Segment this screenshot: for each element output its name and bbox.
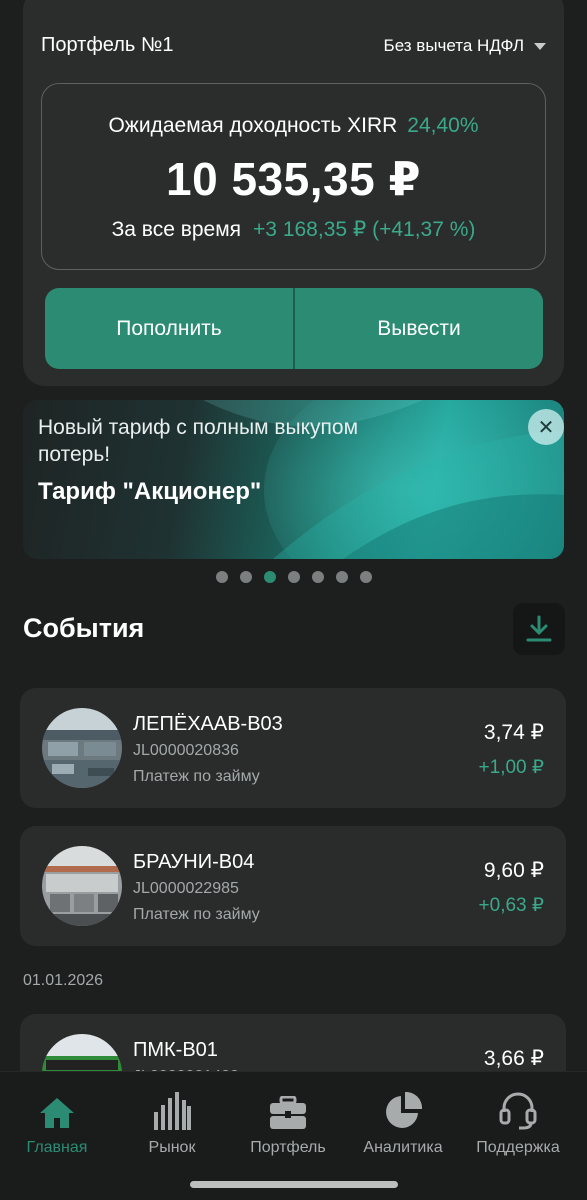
action-buttons: Пополнить Вывести — [45, 288, 543, 369]
event-type: Платеж по займу — [133, 768, 260, 785]
home-indicator — [190, 1181, 398, 1188]
event-name: БРАУНИ-В04 — [133, 851, 255, 873]
tab-label: Портфель — [250, 1139, 326, 1156]
portfolio-title[interactable]: Портфель №1 — [41, 34, 173, 57]
tab-support[interactable]: Поддержка — [463, 1090, 573, 1157]
event-card[interactable]: ЛЕПЁХААВ-В03 JL0000020836 Платеж по займ… — [20, 688, 566, 808]
event-name: ПМК-В01 — [133, 1039, 218, 1061]
carousel-dot-active[interactable] — [263, 571, 276, 583]
home-icon — [40, 1098, 74, 1128]
market-bars-icon — [154, 1092, 191, 1130]
portfolio-card: Портфель №1 Без вычета НДФЛ Ожидаемая до… — [23, 0, 564, 386]
tax-mode-label: Без вычета НДФЛ — [383, 36, 524, 55]
event-card[interactable]: БРАУНИ-В04 JL0000022985 Платеж по займу … — [20, 826, 566, 946]
headset-icon — [499, 1092, 537, 1130]
event-amount: 3,74 ₽ — [483, 721, 544, 744]
event-amount: 3,66 ₽ — [483, 1047, 544, 1070]
xirr-line: Ожидаемая доходность XIRR 24,40% — [42, 114, 545, 138]
chevron-down-icon — [534, 42, 546, 50]
briefcase-icon — [270, 1096, 306, 1129]
pie-chart-icon — [386, 1092, 422, 1128]
event-id: JL0000022985 — [133, 880, 239, 897]
withdraw-button[interactable]: Вывести — [295, 288, 543, 369]
tab-portfolio[interactable]: Портфель — [233, 1090, 343, 1157]
tax-mode-select[interactable]: Без вычета НДФЛ — [384, 36, 546, 56]
carousel-dot[interactable] — [287, 571, 300, 583]
banner-title: Тариф "Акционер" — [38, 478, 262, 505]
banner-text: Новый тариф с полным выкупом потерь! — [38, 416, 359, 466]
event-amount: 9,60 ₽ — [483, 859, 544, 882]
alltime-line: За все время +3 168,35 ₽ (+41,37 %) — [42, 217, 545, 242]
promo-banner[interactable]: Новый тариф с полным выкупом потерь! Тар… — [23, 400, 564, 559]
portfolio-summary: Ожидаемая доходность XIRR 24,40% 10 535,3… — [41, 83, 546, 270]
tab-label: Аналитика — [363, 1139, 443, 1156]
loan-thumbnail — [42, 846, 122, 926]
tab-label: Поддержка — [476, 1139, 560, 1156]
app-screen: Портфель №1 Без вычета НДФЛ Ожидаемая до… — [0, 0, 587, 1200]
tab-label: Главная — [26, 1139, 88, 1156]
close-icon[interactable]: ✕ — [528, 409, 564, 445]
carousel-dot[interactable] — [239, 571, 252, 583]
tab-analytics[interactable]: Аналитика — [348, 1090, 458, 1157]
xirr-value: 24,40% — [407, 114, 479, 137]
download-icon — [526, 615, 552, 642]
carousel-dot[interactable] — [359, 571, 372, 583]
loan-thumbnail — [42, 708, 122, 788]
tab-market[interactable]: Рынок — [117, 1090, 227, 1157]
event-name: ЛЕПЁХААВ-В03 — [133, 713, 283, 735]
tab-label: Рынок — [148, 1139, 196, 1156]
xirr-label: Ожидаемая доходность XIRR — [108, 114, 398, 137]
alltime-label: За все время — [111, 218, 242, 241]
event-gain: +0,63 ₽ — [478, 895, 544, 916]
alltime-value: +3 168,35 ₽ (+41,37 %) — [253, 218, 476, 241]
portfolio-total-value: 10 535,35 ₽ — [166, 153, 421, 205]
event-id: JL0000020836 — [133, 742, 239, 759]
event-type: Платеж по займу — [133, 906, 260, 923]
carousel-dot[interactable] — [311, 571, 324, 583]
deposit-button[interactable]: Пополнить — [45, 288, 295, 369]
carousel-dot[interactable] — [335, 571, 348, 583]
date-group-label: 01.01.2026 — [23, 972, 104, 989]
tab-home[interactable]: Главная — [2, 1090, 112, 1157]
carousel-pagination — [0, 571, 587, 583]
download-button[interactable] — [513, 603, 565, 655]
carousel-dot[interactable] — [215, 571, 228, 583]
events-title: События — [23, 613, 145, 643]
event-gain: +1,00 ₽ — [478, 757, 544, 778]
